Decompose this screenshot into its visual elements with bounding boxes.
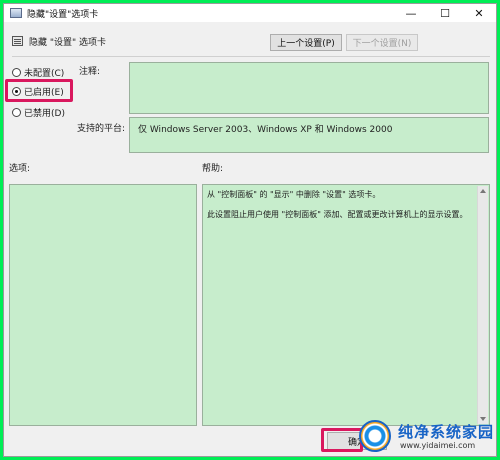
divider: [12, 56, 490, 57]
radio-circle: [12, 108, 21, 117]
watermark-text: 纯净系统家园: [398, 423, 495, 441]
scroll-up-icon[interactable]: [480, 189, 486, 193]
help-label: 帮助:: [202, 164, 224, 174]
next-setting-button[interactable]: 下一个设置(N): [346, 34, 418, 51]
policy-dialog: 隐藏"设置"选项卡 — ☐ ✕ 隐藏 "设置" 选项卡 上一个设置(P) 下一个…: [3, 3, 497, 457]
minimize-icon[interactable]: —: [394, 4, 428, 22]
help-line-2: 此设置阻止用户使用 "控制面板" 添加、配置或更改计算机上的显示设置。: [207, 210, 468, 219]
comment-field[interactable]: [129, 62, 489, 114]
title-bar: 隐藏"设置"选项卡 — ☐ ✕: [4, 4, 496, 22]
highlight-box: [5, 79, 73, 102]
setting-title: 隐藏 "设置" 选项卡: [29, 38, 107, 48]
help-line-1: 从 "控制面板" 的 "显示" 中删除 "设置" 选项卡。: [207, 190, 381, 199]
radio-label: 已禁用(D): [24, 109, 65, 119]
policy-icon: [12, 36, 23, 46]
previous-setting-button[interactable]: 上一个设置(P): [270, 34, 342, 51]
options-panel: [9, 184, 197, 426]
radio-disabled[interactable]: 已禁用(D): [12, 106, 65, 119]
watermark-url: www.yidaimei.com: [400, 441, 476, 450]
radio-label: 未配置(C): [24, 69, 65, 79]
close-icon[interactable]: ✕: [462, 4, 496, 22]
platform-value: 仅 Windows Server 2003、Windows XP 和 Windo…: [138, 125, 393, 135]
radio-circle: [12, 68, 21, 77]
maximize-icon[interactable]: ☐: [428, 4, 462, 22]
watermark-logo-icon: [359, 420, 391, 452]
highlight-box: [321, 428, 363, 452]
platform-label: 支持的平台:: [77, 124, 126, 134]
help-panel: 从 "控制面板" 的 "显示" 中删除 "设置" 选项卡。 此设置阻止用户使用 …: [202, 184, 490, 426]
window-title: 隐藏"设置"选项卡: [27, 9, 99, 20]
app-icon: [10, 8, 22, 18]
help-scrollbar[interactable]: [477, 186, 488, 424]
comment-label: 注释:: [79, 67, 101, 77]
radio-not-configured[interactable]: 未配置(C): [12, 66, 64, 79]
options-label: 选项:: [9, 164, 31, 174]
